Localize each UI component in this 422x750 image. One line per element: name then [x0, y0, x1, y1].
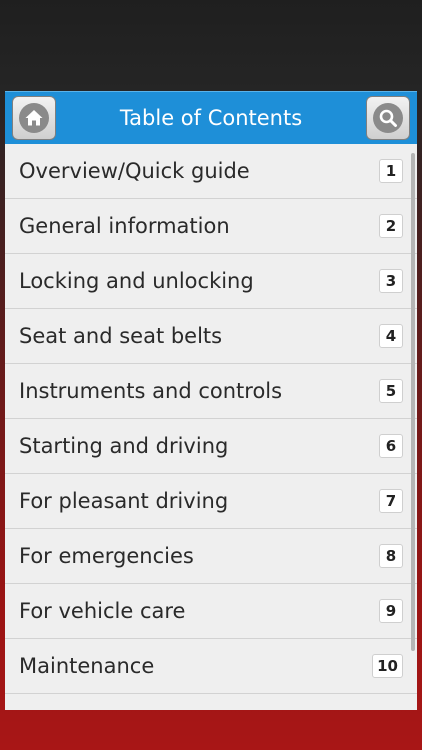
toc-item[interactable]: Seat and seat belts 4 [5, 309, 417, 364]
page-title: Table of Contents [119, 106, 303, 130]
toc-item-count: 6 [379, 434, 403, 458]
home-button[interactable] [12, 96, 56, 140]
toc-item-label: General information [19, 214, 230, 238]
scrollbar[interactable] [411, 153, 415, 651]
toc-item-label: Instruments and controls [19, 379, 283, 403]
toc-item[interactable]: General information 2 [5, 199, 417, 254]
toc-list: Overview/Quick guide 1 General informati… [5, 144, 417, 710]
toc-item-label: Overview/Quick guide [19, 159, 250, 183]
toc-item-count: 10 [372, 654, 403, 678]
toc-item-count: 3 [379, 269, 403, 293]
toc-item-label: For emergencies [19, 544, 194, 568]
toc-item[interactable]: Maintenance 10 [5, 639, 417, 694]
search-icon [373, 103, 403, 133]
toc-item-count: 4 [379, 324, 403, 348]
toc-item-count: 8 [379, 544, 403, 568]
toc-item-count: 5 [379, 379, 403, 403]
toc-item[interactable]: For pleasant driving 7 [5, 474, 417, 529]
toc-item-label: For vehicle care [19, 599, 186, 623]
toc-item[interactable]: For vehicle care 9 [5, 584, 417, 639]
search-button[interactable] [366, 96, 410, 140]
header-bar: Table of Contents [5, 91, 417, 144]
toc-item[interactable]: Starting and driving 6 [5, 419, 417, 474]
toc-item[interactable]: Overview/Quick guide 1 [5, 144, 417, 199]
toc-item-label: For pleasant driving [19, 489, 229, 513]
toc-item-count: 2 [379, 214, 403, 238]
toc-item-label: Starting and driving [19, 434, 229, 458]
home-icon [19, 103, 49, 133]
toc-item[interactable]: For emergencies 8 [5, 529, 417, 584]
toc-item[interactable]: Locking and unlocking 3 [5, 254, 417, 309]
toc-item-count: 7 [379, 489, 403, 513]
toc-panel: Table of Contents Overview/Quick guide 1… [5, 91, 417, 710]
toc-item-label: Locking and unlocking [19, 269, 254, 293]
toc-item-label: Seat and seat belts [19, 324, 223, 348]
toc-item[interactable]: Instruments and controls 5 [5, 364, 417, 419]
toc-item-count: 1 [379, 159, 403, 183]
toc-item-partial[interactable] [5, 694, 417, 710]
toc-item-label: Maintenance [19, 654, 155, 678]
toc-item-count: 9 [379, 599, 403, 623]
